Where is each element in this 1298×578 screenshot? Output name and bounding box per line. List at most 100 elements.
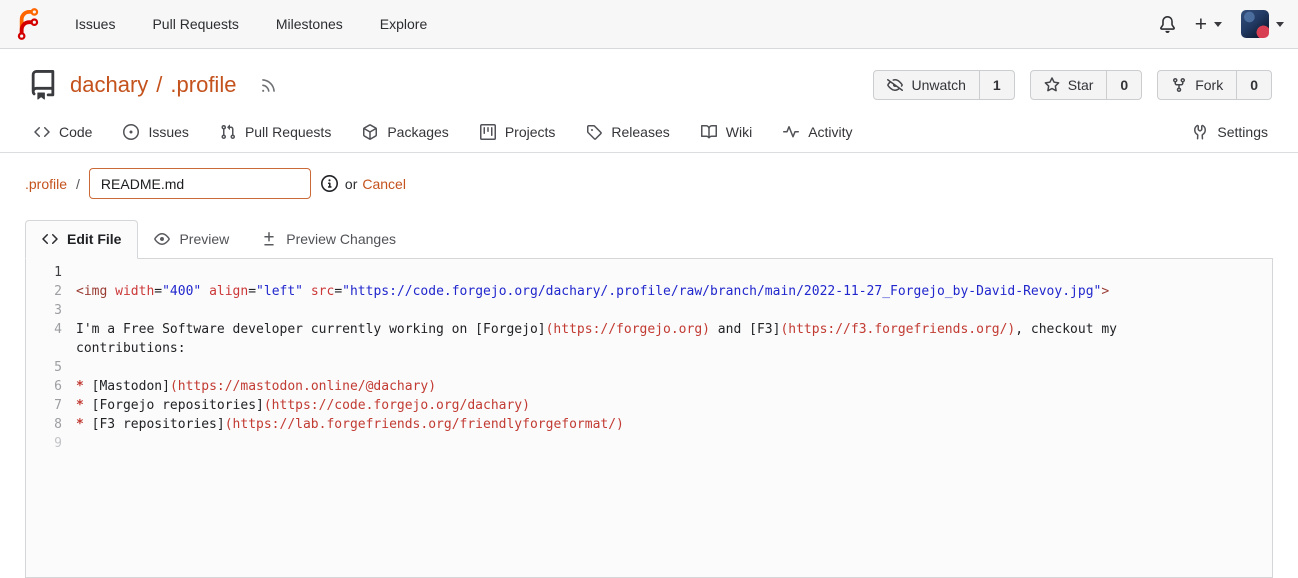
repo-header: dachary / .profile Unwatch 1 Star 0 Fork 0 [0,49,1298,112]
user-menu[interactable] [1241,10,1284,38]
editor-tab-label: Edit File [67,231,122,247]
line-code: I'm a Free Software developer currently … [76,322,1125,356]
editor-line[interactable]: 5 [26,358,1272,377]
caret-down-icon [1214,22,1222,31]
unwatch-count[interactable]: 1 [978,71,1014,99]
editor-line[interactable]: 9 [26,434,1272,453]
line-code: * [Forgejo repositories](https://code.fo… [76,398,530,413]
repo-name-link[interactable]: .profile [170,72,236,98]
repo-tab-label: Wiki [725,124,753,140]
home-logo-link[interactable] [12,8,44,40]
repo-tab-label: Activity [808,124,853,140]
tag-icon [587,125,603,140]
editor-line[interactable]: 2 <img width="400" align="left" src="http… [26,282,1272,301]
editor-line[interactable]: 4 I'm a Free Software developer currently… [26,320,1272,358]
navbar-link-milestones[interactable]: Milestones [276,16,343,32]
editor-line[interactable]: 6 * [Mastodon](https://mastodon.online/@d… [26,377,1272,396]
breadcrumb-dir-link[interactable]: .profile [25,176,67,192]
repo-icon [31,70,55,100]
create-new-menu[interactable]: + [1195,14,1222,35]
breadcrumb-separator: / [76,175,80,192]
repo-tab-bar: Code Issues Pull Requests Packages Projects R… [0,112,1298,153]
plus-icon: + [1194,12,1207,36]
navbar-link-explore[interactable]: Explore [380,16,427,32]
rss-icon [262,78,276,92]
tools-icon [1194,124,1207,140]
line-code [76,434,1272,453]
editor-tab-edit-file[interactable]: Edit File [25,220,139,259]
editor-tab-preview[interactable]: Preview [138,221,245,258]
repo-tab-pull-requests[interactable]: Pull Requests [220,124,331,140]
navbar-link-pull-requests[interactable]: Pull Requests [152,16,238,32]
diff-icon [264,232,274,246]
code-icon [42,233,58,245]
repo-tab-code[interactable]: Code [34,124,92,140]
fork-label: Fork [1195,77,1224,93]
repo-title: dachary / .profile [70,72,236,98]
rss-button[interactable] [260,77,277,94]
line-code: * [Mastodon](https://mastodon.online/@da… [76,379,437,394]
info-icon[interactable] [320,175,338,192]
issue-icon [123,124,140,140]
editor-tab-preview-changes[interactable]: Preview Changes [245,221,412,258]
line-code: <img width="400" align="left" src="https… [76,284,1110,299]
navbar-links: Issues Pull Requests Milestones Explore [75,16,427,32]
star-button[interactable]: Star [1031,71,1107,99]
editor-tab-label: Preview [179,231,230,247]
line-number: 5 [54,360,62,375]
caret-down-icon [1276,22,1284,31]
cancel-link[interactable]: Cancel [362,176,406,192]
star-label: Star [1067,77,1094,93]
repo-tab-wiki[interactable]: Wiki [700,124,753,140]
repo-tab-activity[interactable]: Activity [783,124,853,140]
fork-button[interactable]: Fork [1158,71,1236,99]
star-button-group: Star 0 [1029,70,1143,100]
fork-button-group: Fork 0 [1157,70,1272,100]
editor-line[interactable]: 7 * [Forgejo repositories](https://code.f… [26,396,1272,415]
line-code: * [F3 repositories](https://lab.forgefri… [76,417,624,432]
info-icon [320,175,338,192]
line-number: 3 [54,303,62,318]
editor-tab-label: Preview Changes [286,231,396,247]
line-number: 9 [54,436,62,451]
repo-tab-label: Issues [148,124,189,140]
avatar [1241,10,1269,38]
eye-icon [154,233,171,245]
navbar-link-issues[interactable]: Issues [75,16,115,32]
repo-tabs-left: Code Issues Pull Requests Packages Projects R… [34,124,884,140]
tab-settings[interactable]: Settings [1192,124,1268,140]
settings-label: Settings [1217,124,1268,140]
line-code [76,301,1272,320]
line-number: 2 [54,284,62,299]
filename-input[interactable] [88,168,311,199]
repo-tab-label: Pull Requests [244,124,332,140]
package-icon [363,124,378,140]
line-code [76,358,1272,377]
repo-tab-label: Releases [611,124,670,140]
repo-icon [28,70,58,100]
line-code [76,263,1272,282]
bell-icon [1159,15,1175,33]
unwatch-label: Unwatch [911,77,966,93]
editor-body: 1 2 <img width="400" align="left" src="htt… [26,263,1272,453]
repo-tab-packages[interactable]: Packages [362,124,449,140]
notifications-button[interactable] [1159,15,1176,33]
fork-count[interactable]: 0 [1236,71,1271,99]
repo-tab-issues[interactable]: Issues [123,124,189,140]
repo-tab-releases[interactable]: Releases [586,124,670,140]
repo-tab-label: Packages [387,124,449,140]
code-editor[interactable]: 1 2 <img width="400" align="left" src="htt… [25,258,1273,578]
eye-closed-icon [887,79,904,92]
repo-tab-projects[interactable]: Projects [479,124,555,140]
line-number: 6 [54,379,62,394]
file-edit-page: .profile / or Cancel Edit File Preview Pre… [0,168,1298,578]
repo-tab-label: Code [59,124,93,140]
editor-line[interactable]: 8 * [F3 repositories](https://lab.forgefr… [26,415,1272,434]
unwatch-button[interactable]: Unwatch [874,71,978,99]
repo-owner-link[interactable]: dachary [70,72,148,98]
editor-line[interactable]: 3 [26,301,1272,320]
editor-tabs: Edit File Preview Preview Changes [25,220,1273,259]
code-icon [34,126,50,138]
star-count[interactable]: 0 [1106,71,1141,99]
editor-line[interactable]: 1 [26,263,1272,282]
